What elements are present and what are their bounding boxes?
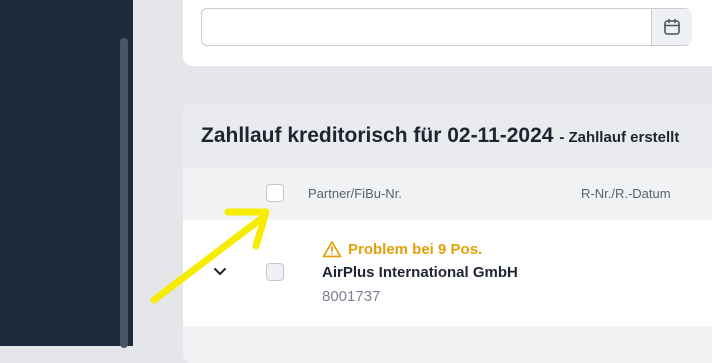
date-input[interactable]	[202, 9, 651, 45]
sidebar	[0, 0, 133, 348]
date-field	[201, 8, 692, 46]
sidebar-scrollbar[interactable]	[118, 0, 130, 348]
select-all-checkbox[interactable]	[266, 184, 284, 202]
row-checkbox[interactable]	[266, 263, 284, 281]
chevron-down-icon	[214, 268, 226, 275]
card-title-text: Zahllauf kreditorisch für 02-11-2024	[201, 124, 554, 147]
table-row-next	[183, 326, 712, 363]
partner-fibu-number: 8001737	[322, 288, 381, 305]
calendar-button[interactable]	[651, 9, 692, 45]
card-header: Zahllauf kreditorisch für 02-11-2024 - Z…	[183, 103, 712, 168]
calendar-icon	[664, 18, 680, 35]
sidebar-scrollbar-thumb[interactable]	[120, 38, 128, 348]
expand-row-button[interactable]	[210, 262, 230, 282]
payment-run-card: Zahllauf kreditorisch für 02-11-2024 - Z…	[183, 103, 712, 363]
warning-icon	[322, 241, 342, 258]
card-status: - Zahllauf erstellt	[559, 129, 680, 146]
column-header-partner[interactable]: Partner/FiBu-Nr.	[308, 186, 402, 201]
column-header-invoice[interactable]: R-Nr./R.-Datum	[581, 186, 671, 201]
card-title: Zahllauf kreditorisch für 02-11-2024 - Z…	[201, 124, 679, 148]
row-warning: Problem bei 9 Pos.	[322, 240, 482, 258]
partner-name[interactable]: AirPlus International GmbH	[322, 264, 518, 281]
row-warning-text: Problem bei 9 Pos.	[348, 240, 483, 258]
